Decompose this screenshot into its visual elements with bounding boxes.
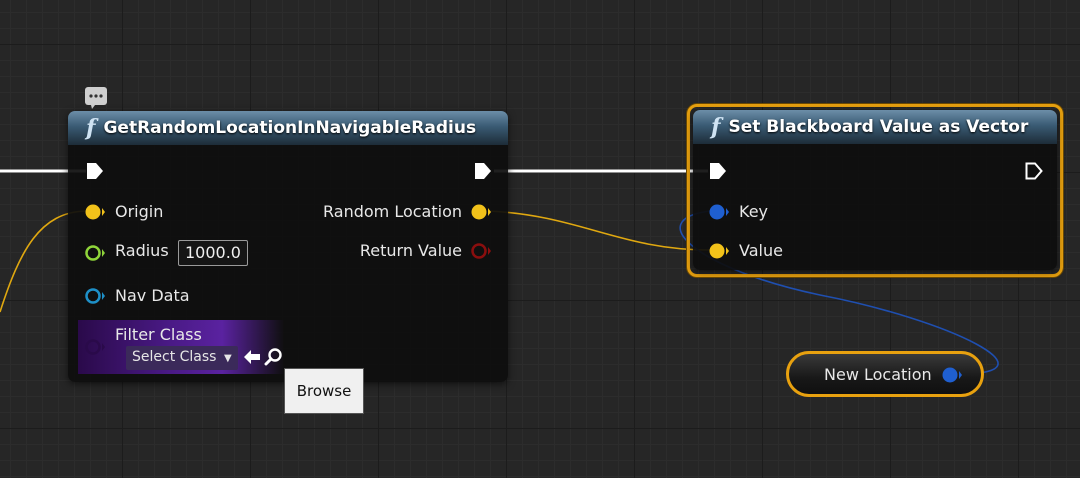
nav-data-pin[interactable]: [84, 286, 106, 306]
select-class-text: Select Class: [132, 349, 217, 365]
exec-in-pin[interactable]: [85, 161, 105, 181]
origin-pin[interactable]: [84, 202, 106, 222]
new-location-pin[interactable]: [941, 365, 963, 385]
browse-tooltip: Browse: [284, 368, 364, 414]
radius-label: Radius: [115, 241, 169, 260]
filter-class-label: Filter Class: [115, 325, 202, 344]
radius-pin[interactable]: [84, 243, 106, 263]
exec-in-pin[interactable]: [708, 161, 728, 181]
chevron-down-icon: ▼: [223, 353, 232, 364]
return-value-pin[interactable]: [470, 241, 492, 261]
radius-input[interactable]: 1000.0: [178, 240, 248, 266]
node-header[interactable]: f GetRandomLocationInNavigableRadius: [68, 111, 508, 145]
random-location-label: Random Location: [323, 202, 462, 221]
exec-out-pin[interactable]: [1024, 161, 1044, 181]
key-pin[interactable]: [708, 202, 730, 222]
nav-data-label: Nav Data: [115, 286, 190, 305]
exec-out-pin[interactable]: [473, 161, 493, 181]
value-label: Value: [739, 241, 783, 260]
function-icon: f: [711, 114, 721, 140]
origin-label: Origin: [115, 202, 164, 221]
value-pin[interactable]: [708, 241, 730, 261]
node-header[interactable]: f Set Blackboard Value as Vector: [693, 110, 1057, 144]
vector-wire: [487, 210, 711, 251]
key-label: Key: [739, 202, 769, 221]
select-class-dropdown[interactable]: Select Class ▼: [126, 346, 238, 370]
filter-class-pin[interactable]: [84, 337, 106, 357]
node-title: GetRandomLocationInNavigableRadius: [103, 118, 477, 138]
return-value-label: Return Value: [359, 241, 462, 260]
function-icon: f: [86, 115, 96, 141]
new-location-label: New Location: [824, 365, 932, 384]
random-location-pin[interactable]: [470, 202, 492, 222]
browse-search-icon[interactable]: [264, 347, 284, 367]
speech-bubble-icon[interactable]: [85, 87, 107, 109]
use-selected-arrow-icon[interactable]: [242, 347, 262, 367]
node-title: Set Blackboard Value as Vector: [728, 117, 1029, 137]
